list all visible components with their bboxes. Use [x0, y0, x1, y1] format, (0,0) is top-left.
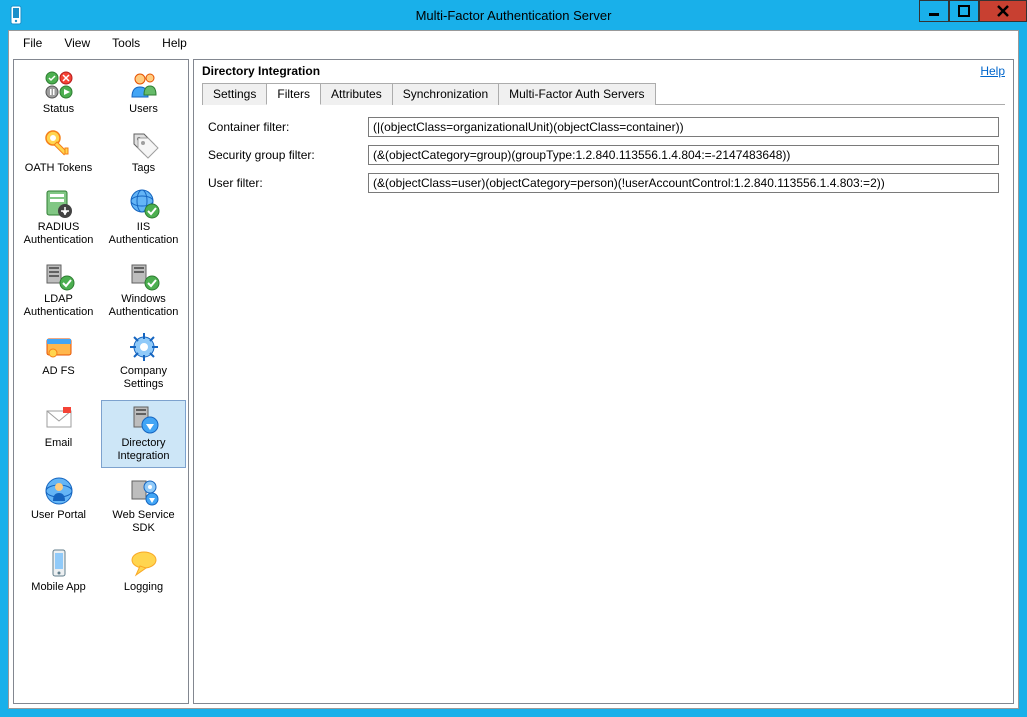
sidebar-item-radius-auth[interactable]: RADIUS Authentication [16, 184, 101, 252]
help-link[interactable]: Help [980, 64, 1005, 78]
sidebar-item-label: AD FS [42, 365, 74, 378]
sidebar-item-directory-integration[interactable]: Directory Integration [101, 400, 186, 468]
menu-view[interactable]: View [54, 33, 100, 53]
security-group-filter-label: Security group filter: [208, 148, 368, 162]
tags-icon [128, 128, 160, 160]
menu-help[interactable]: Help [152, 33, 197, 53]
tab-content-filters: Container filter: Security group filter:… [202, 105, 1005, 699]
sidebar-item-email[interactable]: Email [16, 400, 101, 468]
titlebar[interactable]: Multi-Factor Authentication Server [0, 0, 1027, 30]
sidebar-item-label: User Portal [31, 509, 86, 522]
container-filter-label: Container filter: [208, 120, 368, 134]
sidebar: Status Users [13, 59, 189, 704]
sidebar-item-label: Status [43, 103, 74, 116]
tab-mfa-servers[interactable]: Multi-Factor Auth Servers [498, 83, 655, 105]
sidebar-item-label: Directory Integration [104, 437, 183, 463]
sidebar-item-tags[interactable]: Tags [101, 125, 186, 180]
sidebar-item-label: Tags [132, 162, 155, 175]
sidebar-item-windows-auth[interactable]: Windows Authentication [101, 256, 186, 324]
status-icon [43, 69, 75, 101]
sidebar-item-label: OATH Tokens [25, 162, 92, 175]
minimize-button[interactable] [919, 0, 949, 22]
sidebar-item-label: Email [45, 437, 73, 450]
main-header: Directory Integration Help [202, 64, 1005, 82]
mobile-icon [43, 547, 75, 579]
sidebar-item-web-service-sdk[interactable]: Web Service SDK [101, 472, 186, 540]
client-area: File View Tools Help Status [8, 30, 1019, 709]
user-filter-label: User filter: [208, 176, 368, 190]
window-title: Multi-Factor Authentication Server [416, 8, 612, 23]
security-group-filter-row: Security group filter: [208, 145, 999, 165]
sidebar-item-label: Web Service SDK [104, 509, 183, 535]
security-group-filter-input[interactable] [368, 145, 999, 165]
window-controls [919, 0, 1027, 22]
tab-filters[interactable]: Filters [266, 83, 321, 105]
sidebar-item-company-settings[interactable]: Company Settings [101, 328, 186, 396]
menu-tools[interactable]: Tools [102, 33, 150, 53]
body: Status Users [9, 55, 1018, 708]
app-window: Multi-Factor Authentication Server File … [0, 0, 1027, 717]
page-title: Directory Integration [202, 64, 320, 78]
email-icon [43, 403, 75, 435]
tab-settings[interactable]: Settings [202, 83, 267, 105]
sidebar-item-status[interactable]: Status [16, 66, 101, 121]
container-filter-row: Container filter: [208, 117, 999, 137]
ldap-icon [43, 259, 75, 291]
maximize-button[interactable] [949, 0, 979, 22]
user-portal-icon [43, 475, 75, 507]
container-filter-input[interactable] [368, 117, 999, 137]
windows-auth-icon [128, 259, 160, 291]
sidebar-item-label: RADIUS Authentication [19, 221, 98, 247]
sidebar-item-adfs[interactable]: AD FS [16, 328, 101, 396]
close-button[interactable] [979, 0, 1027, 22]
app-icon [8, 4, 24, 26]
adfs-icon [43, 331, 75, 363]
sidebar-item-label: LDAP Authentication [19, 293, 98, 319]
users-icon [128, 69, 160, 101]
sidebar-item-label: Windows Authentication [104, 293, 183, 319]
user-filter-input[interactable] [368, 173, 999, 193]
logging-icon [128, 547, 160, 579]
sidebar-item-mobile-app[interactable]: Mobile App [16, 544, 101, 599]
sidebar-item-iis-auth[interactable]: IIS Authentication [101, 184, 186, 252]
gear-icon [128, 331, 160, 363]
radius-icon [43, 187, 75, 219]
tab-synchronization[interactable]: Synchronization [392, 83, 499, 105]
sidebar-item-label: Mobile App [31, 581, 85, 594]
sidebar-item-label: Users [129, 103, 158, 116]
menubar: File View Tools Help [9, 31, 1018, 55]
sidebar-item-oath-tokens[interactable]: OATH Tokens [16, 125, 101, 180]
sidebar-item-user-portal[interactable]: User Portal [16, 472, 101, 540]
sidebar-item-label: Company Settings [104, 365, 183, 391]
main-panel: Directory Integration Help Settings Filt… [193, 59, 1014, 704]
directory-icon [128, 403, 160, 435]
sdk-icon [128, 475, 160, 507]
menu-file[interactable]: File [13, 33, 52, 53]
key-icon [43, 128, 75, 160]
sidebar-item-label: Logging [124, 581, 163, 594]
iis-icon [128, 187, 160, 219]
sidebar-item-logging[interactable]: Logging [101, 544, 186, 599]
sidebar-item-label: IIS Authentication [104, 221, 183, 247]
sidebar-item-ldap-auth[interactable]: LDAP Authentication [16, 256, 101, 324]
tab-attributes[interactable]: Attributes [320, 83, 393, 105]
tabstrip: Settings Filters Attributes Synchronizat… [202, 82, 1005, 105]
sidebar-item-users[interactable]: Users [101, 66, 186, 121]
user-filter-row: User filter: [208, 173, 999, 193]
